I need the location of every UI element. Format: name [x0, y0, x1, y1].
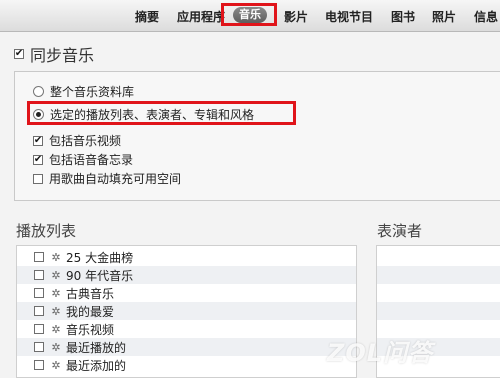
sync-options-panel: 整个音乐资料库 选定的播放列表、表演者、专辑和风格 ✔ 包括音乐视频 ✔ 包括语…: [14, 71, 500, 201]
tab-movies[interactable]: 影片: [284, 8, 308, 25]
playlist-row[interactable]: ✲ 古典音乐: [17, 284, 356, 302]
fill-free-space-label: 用歌曲自动填充可用空间: [49, 172, 182, 186]
option-entire-library[interactable]: 整个音乐资料库: [33, 83, 134, 100]
gear-icon: ✲: [51, 286, 61, 300]
radio-selected-items[interactable]: [33, 109, 44, 120]
sync-music-title: 同步音乐: [30, 46, 95, 65]
tab-books[interactable]: 图书: [391, 8, 415, 25]
tab-tv-shows[interactable]: 电视节目: [325, 8, 373, 25]
tab-bar: 摘要 应用程序 音乐 影片 电视节目 图书 照片 信息: [0, 0, 500, 32]
playlist-label: 25 大金曲榜: [66, 250, 134, 265]
playlist-label: 90 年代音乐: [66, 268, 134, 283]
playlist-row[interactable]: ✲ 我的最爱: [17, 302, 356, 320]
playlist-row[interactable]: ✲ 25 大金曲榜: [17, 248, 356, 266]
gear-icon: ✲: [51, 304, 61, 318]
tab-music[interactable]: 音乐: [233, 7, 267, 23]
artist-row[interactable]: [377, 266, 500, 284]
sync-music-checkbox[interactable]: ✔: [14, 49, 24, 59]
tab-photos[interactable]: 照片: [432, 8, 456, 25]
playlist-checkbox[interactable]: [34, 306, 44, 316]
playlist-checkbox[interactable]: [34, 270, 44, 280]
playlist-row[interactable]: ✲ 90 年代音乐: [17, 266, 356, 284]
playlist-label: 我的最爱: [66, 304, 115, 319]
option-fill-free-space[interactable]: 用歌曲自动填充可用空间: [33, 170, 181, 187]
gear-icon: ✲: [51, 322, 61, 336]
include-voice-memos-checkbox[interactable]: ✔: [33, 154, 43, 165]
playlist-label: 最近播放的: [66, 340, 127, 355]
include-videos-label: 包括音乐视频: [49, 134, 122, 148]
option-entire-library-label: 整个音乐资料库: [50, 85, 135, 99]
artist-row[interactable]: [377, 284, 500, 302]
fill-free-space-checkbox[interactable]: [33, 173, 43, 184]
playlist-row[interactable]: ✲ 最近添加的: [17, 356, 356, 374]
tab-summary[interactable]: 摘要: [135, 8, 159, 25]
radio-entire-library[interactable]: [33, 86, 44, 97]
playlists-title: 播放列表: [16, 222, 77, 240]
option-selected-items[interactable]: 选定的播放列表、表演者、专辑和风格: [33, 106, 254, 123]
tab-apps[interactable]: 应用程序: [177, 8, 225, 25]
playlist-row[interactable]: ✲ 最近播放的: [17, 338, 356, 356]
option-include-voice-memos[interactable]: ✔ 包括语音备忘录: [33, 151, 133, 168]
gear-icon: ✲: [51, 268, 61, 282]
include-videos-checkbox[interactable]: ✔: [33, 135, 43, 146]
playlist-list: ✲ 25 大金曲榜 ✲ 90 年代音乐 ✲ 古典音乐 ✲ 我的最爱 ✲ 音乐视频…: [16, 245, 357, 378]
playlist-checkbox[interactable]: [34, 288, 44, 298]
playlist-checkbox[interactable]: [34, 360, 44, 370]
artist-row[interactable]: [377, 248, 500, 266]
playlist-label: 音乐视频: [66, 322, 115, 337]
playlist-checkbox[interactable]: [34, 252, 44, 262]
include-voice-memos-label: 包括语音备忘录: [49, 153, 134, 167]
tab-info[interactable]: 信息: [474, 8, 498, 25]
option-include-videos[interactable]: ✔ 包括音乐视频: [33, 132, 121, 149]
watermark: ZOL问答: [327, 339, 434, 367]
playlist-checkbox[interactable]: [34, 342, 44, 352]
sync-music-row[interactable]: ✔ 同步音乐: [14, 45, 95, 65]
gear-icon: ✲: [51, 250, 61, 264]
artist-row[interactable]: [377, 302, 500, 320]
artists-title: 表演者: [377, 222, 423, 240]
gear-icon: ✲: [51, 340, 61, 354]
gear-icon: ✲: [51, 358, 61, 372]
playlist-label: 最近添加的: [66, 358, 127, 373]
playlist-checkbox[interactable]: [34, 324, 44, 334]
playlist-row[interactable]: ✲ 音乐视频: [17, 320, 356, 338]
option-selected-items-label: 选定的播放列表、表演者、专辑和风格: [50, 108, 255, 122]
playlist-label: 古典音乐: [66, 286, 115, 301]
